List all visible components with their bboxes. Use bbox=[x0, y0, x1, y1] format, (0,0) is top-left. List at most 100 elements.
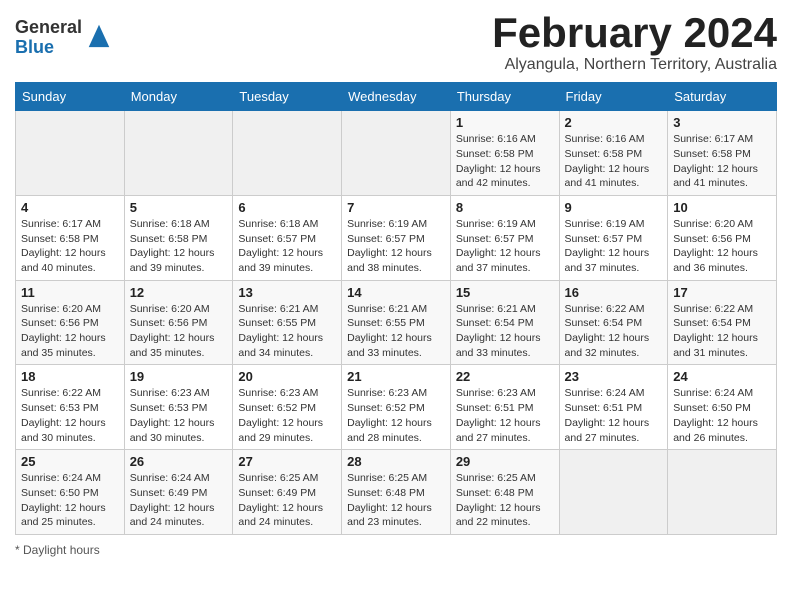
day-info: Sunrise: 6:23 AMSunset: 6:51 PMDaylight:… bbox=[456, 386, 554, 445]
logo-general-text: General bbox=[15, 18, 82, 38]
day-info: Sunrise: 6:25 AMSunset: 6:48 PMDaylight:… bbox=[456, 471, 554, 530]
day-info: Sunrise: 6:24 AMSunset: 6:50 PMDaylight:… bbox=[21, 471, 119, 530]
day-number: 18 bbox=[21, 369, 119, 384]
day-number: 24 bbox=[673, 369, 771, 384]
day-number: 17 bbox=[673, 285, 771, 300]
calendar-cell bbox=[124, 111, 233, 196]
day-info: Sunrise: 6:20 AMSunset: 6:56 PMDaylight:… bbox=[21, 302, 119, 361]
day-info: Sunrise: 6:24 AMSunset: 6:49 PMDaylight:… bbox=[130, 471, 228, 530]
calendar-cell: 9 Sunrise: 6:19 AMSunset: 6:57 PMDaylight… bbox=[559, 195, 668, 280]
day-number: 22 bbox=[456, 369, 554, 384]
day-number: 9 bbox=[565, 200, 663, 215]
day-info: Sunrise: 6:21 AMSunset: 6:55 PMDaylight:… bbox=[238, 302, 336, 361]
logo-icon bbox=[85, 21, 113, 49]
calendar-cell: 2 Sunrise: 6:16 AMSunset: 6:58 PMDaylight… bbox=[559, 111, 668, 196]
day-info: Sunrise: 6:22 AMSunset: 6:54 PMDaylight:… bbox=[565, 302, 663, 361]
title-area: February 2024 Alyangula, Northern Territ… bbox=[492, 10, 777, 74]
day-info: Sunrise: 6:19 AMSunset: 6:57 PMDaylight:… bbox=[456, 217, 554, 276]
calendar-cell: 19 Sunrise: 6:23 AMSunset: 6:53 PMDayligh… bbox=[124, 365, 233, 450]
calendar-cell: 12Sunrise: 6:20 AMSunset: 6:56 PMDayligh… bbox=[124, 280, 233, 365]
day-info: Sunrise: 6:18 AMSunset: 6:58 PMDaylight:… bbox=[130, 217, 228, 276]
day-number: 4 bbox=[21, 200, 119, 215]
day-number: 3 bbox=[673, 115, 771, 130]
calendar-cell: 1 Sunrise: 6:16 AMSunset: 6:58 PMDaylight… bbox=[450, 111, 559, 196]
day-number: 5 bbox=[130, 200, 228, 215]
calendar-header-monday: Monday bbox=[124, 83, 233, 111]
calendar-week-row: 1 Sunrise: 6:16 AMSunset: 6:58 PMDaylight… bbox=[16, 111, 777, 196]
day-info: Sunrise: 6:22 AMSunset: 6:54 PMDaylight:… bbox=[673, 302, 771, 361]
month-title: February 2024 bbox=[492, 10, 777, 56]
day-info: Sunrise: 6:20 AMSunset: 6:56 PMDaylight:… bbox=[673, 217, 771, 276]
calendar-cell: 14Sunrise: 6:21 AMSunset: 6:55 PMDayligh… bbox=[342, 280, 451, 365]
calendar-cell bbox=[668, 450, 777, 535]
calendar-cell: 6Sunrise: 6:18 AMSunset: 6:57 PMDaylight… bbox=[233, 195, 342, 280]
calendar-header-friday: Friday bbox=[559, 83, 668, 111]
calendar-header-wednesday: Wednesday bbox=[342, 83, 451, 111]
day-info: Sunrise: 6:16 AMSunset: 6:58 PMDaylight:… bbox=[456, 132, 554, 191]
calendar-cell: 13 Sunrise: 6:21 AMSunset: 6:55 PMDayligh… bbox=[233, 280, 342, 365]
calendar-cell: 22 Sunrise: 6:23 AMSunset: 6:51 PMDayligh… bbox=[450, 365, 559, 450]
calendar-cell: 27 Sunrise: 6:25 AMSunset: 6:49 PMDayligh… bbox=[233, 450, 342, 535]
day-info: Sunrise: 6:19 AMSunset: 6:57 PMDaylight:… bbox=[347, 217, 445, 276]
calendar-cell: 10 Sunrise: 6:20 AMSunset: 6:56 PMDayligh… bbox=[668, 195, 777, 280]
logo: General Blue bbox=[15, 18, 113, 58]
calendar-week-row: 25 Sunrise: 6:24 AMSunset: 6:50 PMDayligh… bbox=[16, 450, 777, 535]
day-info: Sunrise: 6:19 AMSunset: 6:57 PMDaylight:… bbox=[565, 217, 663, 276]
day-info: Sunrise: 6:22 AMSunset: 6:53 PMDaylight:… bbox=[21, 386, 119, 445]
day-info: Sunrise: 6:21 AMSunset: 6:54 PMDaylight:… bbox=[456, 302, 554, 361]
calendar-header-thursday: Thursday bbox=[450, 83, 559, 111]
day-number: 21 bbox=[347, 369, 445, 384]
day-info: Sunrise: 6:17 AMSunset: 6:58 PMDaylight:… bbox=[673, 132, 771, 191]
day-number: 27 bbox=[238, 454, 336, 469]
day-info: Sunrise: 6:17 AMSunset: 6:58 PMDaylight:… bbox=[21, 217, 119, 276]
day-number: 28 bbox=[347, 454, 445, 469]
day-info: Sunrise: 6:18 AMSunset: 6:57 PMDaylight:… bbox=[238, 217, 336, 276]
day-number: 25 bbox=[21, 454, 119, 469]
calendar-cell: 17 Sunrise: 6:22 AMSunset: 6:54 PMDayligh… bbox=[668, 280, 777, 365]
day-number: 23 bbox=[565, 369, 663, 384]
day-info: Sunrise: 6:16 AMSunset: 6:58 PMDaylight:… bbox=[565, 132, 663, 191]
day-info: Sunrise: 6:24 AMSunset: 6:50 PMDaylight:… bbox=[673, 386, 771, 445]
day-info: Sunrise: 6:23 AMSunset: 6:52 PMDaylight:… bbox=[347, 386, 445, 445]
day-number: 16 bbox=[565, 285, 663, 300]
day-number: 12 bbox=[130, 285, 228, 300]
day-number: 26 bbox=[130, 454, 228, 469]
day-number: 14 bbox=[347, 285, 445, 300]
day-number: 19 bbox=[130, 369, 228, 384]
day-number: 7 bbox=[347, 200, 445, 215]
calendar-cell: 26 Sunrise: 6:24 AMSunset: 6:49 PMDayligh… bbox=[124, 450, 233, 535]
day-number: 11 bbox=[21, 285, 119, 300]
calendar-cell: 16 Sunrise: 6:22 AMSunset: 6:54 PMDayligh… bbox=[559, 280, 668, 365]
calendar-cell: 4 Sunrise: 6:17 AMSunset: 6:58 PMDaylight… bbox=[16, 195, 125, 280]
calendar-cell: 24 Sunrise: 6:24 AMSunset: 6:50 PMDayligh… bbox=[668, 365, 777, 450]
calendar-cell: 15 Sunrise: 6:21 AMSunset: 6:54 PMDayligh… bbox=[450, 280, 559, 365]
calendar-cell: 11 Sunrise: 6:20 AMSunset: 6:56 PMDayligh… bbox=[16, 280, 125, 365]
day-info: Sunrise: 6:23 AMSunset: 6:52 PMDaylight:… bbox=[238, 386, 336, 445]
calendar-cell: 28Sunrise: 6:25 AMSunset: 6:48 PMDayligh… bbox=[342, 450, 451, 535]
day-number: 10 bbox=[673, 200, 771, 215]
logo-blue-text: Blue bbox=[15, 38, 82, 58]
calendar-header-row: SundayMondayTuesdayWednesdayThursdayFrid… bbox=[16, 83, 777, 111]
day-number: 2 bbox=[565, 115, 663, 130]
day-info: Sunrise: 6:24 AMSunset: 6:51 PMDaylight:… bbox=[565, 386, 663, 445]
calendar-cell bbox=[16, 111, 125, 196]
day-number: 8 bbox=[456, 200, 554, 215]
calendar-cell: 7 Sunrise: 6:19 AMSunset: 6:57 PMDaylight… bbox=[342, 195, 451, 280]
calendar-cell: 20 Sunrise: 6:23 AMSunset: 6:52 PMDayligh… bbox=[233, 365, 342, 450]
calendar-header-tuesday: Tuesday bbox=[233, 83, 342, 111]
day-info: Sunrise: 6:25 AMSunset: 6:49 PMDaylight:… bbox=[238, 471, 336, 530]
calendar-cell: 5 Sunrise: 6:18 AMSunset: 6:58 PMDaylight… bbox=[124, 195, 233, 280]
calendar-cell: 18 Sunrise: 6:22 AMSunset: 6:53 PMDayligh… bbox=[16, 365, 125, 450]
calendar-cell: 8 Sunrise: 6:19 AMSunset: 6:57 PMDaylight… bbox=[450, 195, 559, 280]
day-number: 1 bbox=[456, 115, 554, 130]
day-number: 15 bbox=[456, 285, 554, 300]
calendar-cell: 21 Sunrise: 6:23 AMSunset: 6:52 PMDayligh… bbox=[342, 365, 451, 450]
calendar-cell: 3 Sunrise: 6:17 AMSunset: 6:58 PMDaylight… bbox=[668, 111, 777, 196]
calendar-cell bbox=[342, 111, 451, 196]
day-number: 20 bbox=[238, 369, 336, 384]
day-info: Sunrise: 6:23 AMSunset: 6:53 PMDaylight:… bbox=[130, 386, 228, 445]
day-number: 13 bbox=[238, 285, 336, 300]
calendar-week-row: 4 Sunrise: 6:17 AMSunset: 6:58 PMDaylight… bbox=[16, 195, 777, 280]
calendar-cell: 23 Sunrise: 6:24 AMSunset: 6:51 PMDayligh… bbox=[559, 365, 668, 450]
calendar-cell bbox=[559, 450, 668, 535]
